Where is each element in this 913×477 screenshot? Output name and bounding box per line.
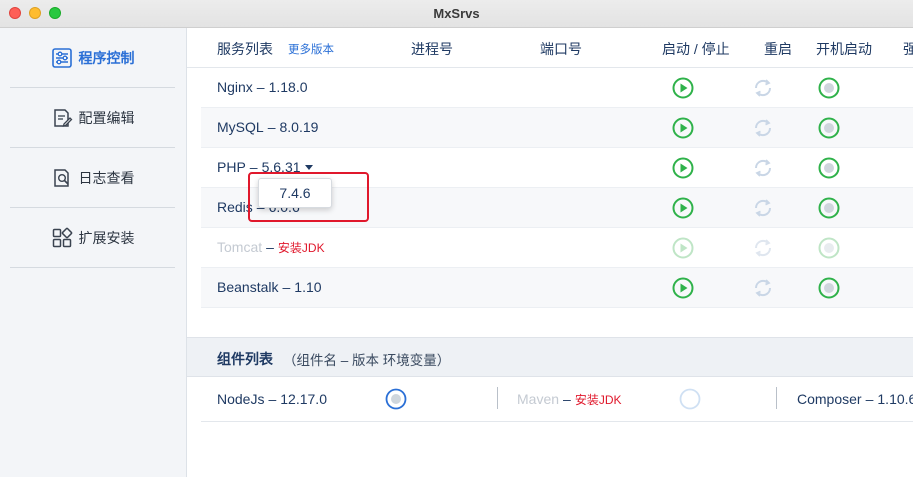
php-version-dropdown[interactable]: 5.6.31 [262, 159, 301, 175]
service-label: Nginx –1.18.0 [217, 79, 308, 95]
restart-icon[interactable] [752, 197, 774, 219]
service-label: Beanstalk –1.10 [217, 279, 322, 295]
restart-icon[interactable] [752, 157, 774, 179]
php-version-option[interactable]: 7.4.6 [258, 178, 332, 208]
service-label: Tomcat – 安装JDK [217, 239, 325, 255]
autostart-radio-icon[interactable] [818, 277, 840, 299]
component-maven: Maven – 安装JDK [517, 391, 622, 407]
service-row-beanstalk: Beanstalk –1.10 [201, 268, 913, 308]
restart-icon[interactable] [752, 77, 774, 99]
sidebar-item-log-view[interactable]: 日志查看 [10, 148, 175, 208]
sidebar-item-program-control[interactable]: 程序控制 [10, 28, 175, 88]
extension-install-icon [52, 227, 72, 247]
maven-env-radio-icon [679, 388, 701, 410]
autostart-radio-icon[interactable] [818, 197, 840, 219]
header-pid: 进程号 [411, 41, 453, 57]
service-row-tomcat: Tomcat – 安装JDK [201, 228, 913, 268]
install-jdk-link[interactable]: 安装JDK [278, 241, 325, 255]
restart-icon[interactable] [752, 117, 774, 139]
play-icon[interactable] [672, 77, 694, 99]
component-nodejs: NodeJs –12.17.0 [217, 391, 327, 407]
autostart-radio-icon[interactable] [818, 117, 840, 139]
components-section-header: 组件列表 （组件名 – 版本 环境变量） [187, 337, 913, 377]
components-title: 组件列表 [217, 351, 273, 367]
service-row-mysql: MySQL –8.0.19 [201, 108, 913, 148]
divider [497, 387, 498, 409]
window-title: MxSrvs [433, 6, 480, 21]
sidebar-item-extension-install[interactable]: 扩展安装 [10, 208, 175, 268]
app-window: MxSrvs 程序控制 配置编辑 日志查看 扩展安装 服务列表 更多版本 进程号… [0, 0, 913, 477]
restart-icon[interactable] [752, 277, 774, 299]
header-start-stop: 启动 / 停止 [662, 41, 730, 57]
service-label: PHP –5.6.31 [217, 159, 313, 175]
play-icon[interactable] [672, 197, 694, 219]
sidebar-item-label: 扩展安装 [78, 229, 135, 246]
components-subtitle: （组件名 – 版本 环境变量） [283, 353, 451, 368]
install-jdk-link[interactable]: 安装JDK [575, 393, 622, 407]
log-view-icon [53, 168, 69, 187]
header-service-list: 服务列表 [217, 41, 273, 57]
sidebar-item-label: 配置编辑 [78, 109, 135, 126]
restart-icon [754, 239, 772, 257]
play-icon [672, 237, 694, 259]
header-autostart: 开机启动 [816, 41, 872, 57]
sidebar-item-label: 日志查看 [78, 169, 135, 186]
title-bar: MxSrvs [0, 0, 913, 28]
config-edit-icon [53, 108, 72, 127]
component-composer: Composer –1.10.6 [797, 391, 913, 407]
header-force: 强 [903, 41, 913, 57]
main-panel: 服务列表 更多版本 进程号 端口号 启动 / 停止 重启 开机启动 强 Ngin… [187, 28, 913, 477]
sidebar-item-label: 程序控制 [78, 49, 135, 66]
autostart-radio-icon[interactable] [818, 77, 840, 99]
autostart-radio-icon[interactable] [818, 157, 840, 179]
program-control-icon [51, 47, 72, 68]
chevron-down-icon[interactable] [304, 165, 313, 170]
play-icon[interactable] [672, 117, 694, 139]
autostart-radio-icon [818, 237, 840, 259]
header-restart: 重启 [764, 41, 792, 57]
more-versions-link[interactable]: 更多版本 [288, 41, 334, 57]
sidebar-item-config-edit[interactable]: 配置编辑 [10, 88, 175, 148]
divider [776, 387, 777, 409]
nodejs-env-radio-icon[interactable] [385, 388, 407, 410]
service-label: MySQL –8.0.19 [217, 119, 319, 135]
sidebar: 程序控制 配置编辑 日志查看 扩展安装 [0, 28, 187, 477]
play-icon[interactable] [672, 157, 694, 179]
play-icon[interactable] [672, 277, 694, 299]
service-table-header: 服务列表 更多版本 进程号 端口号 启动 / 停止 重启 开机启动 强 [187, 28, 913, 68]
service-row-nginx: Nginx –1.18.0 [201, 68, 913, 108]
header-port: 端口号 [540, 41, 582, 57]
components-row: NodeJs –12.17.0 Maven – 安装JDK Composer –1.10… [201, 377, 913, 422]
